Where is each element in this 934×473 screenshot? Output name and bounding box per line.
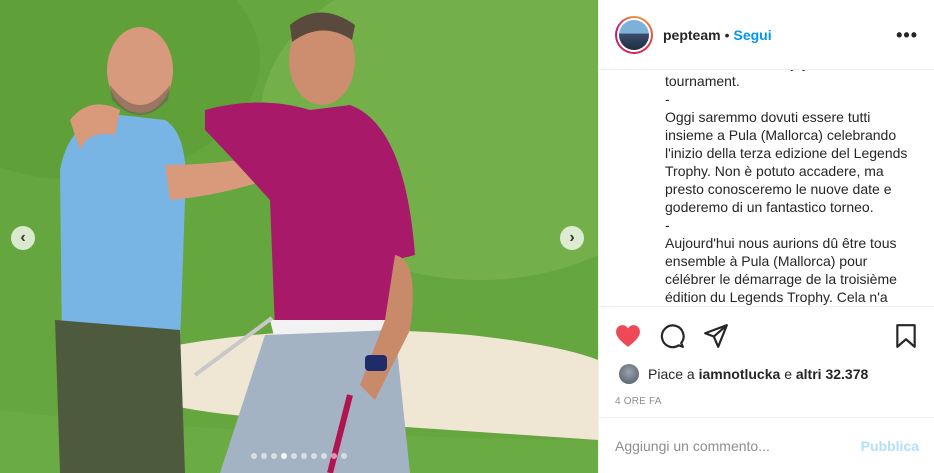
- username-link[interactable]: pepteam: [663, 27, 721, 43]
- publish-button[interactable]: Pubblica: [861, 438, 919, 454]
- caption-line: Trophy. Non è potuto accadere, ma: [665, 163, 884, 179]
- comment-bar: Pubblica: [599, 417, 934, 473]
- carousel-dot: [341, 453, 347, 459]
- carousel-next-button[interactable]: ›: [560, 226, 584, 250]
- likes-prefix: Piace a: [648, 366, 695, 382]
- carousel-dot: [301, 453, 307, 459]
- comment-bubble-icon: [660, 324, 685, 349]
- liker-username[interactable]: iamnotlucka: [699, 366, 781, 382]
- caption-scroll-area[interactable]: dates and we will enjoy a fantastictourn…: [599, 70, 934, 306]
- carousel-dot: [271, 453, 277, 459]
- post-timestamp[interactable]: 4 ORE FA: [615, 396, 662, 407]
- carousel-dot: [281, 453, 287, 459]
- caption-line: presto conosceremo le nuove date e: [665, 181, 892, 197]
- golf-photo: [0, 0, 598, 473]
- caption-line: tournament.: [665, 73, 740, 89]
- comment-button[interactable]: [659, 323, 685, 349]
- carousel-prev-button[interactable]: ‹: [11, 226, 35, 250]
- likes-summary[interactable]: Piace a iamnotlucka e altri 32.378: [619, 364, 868, 384]
- post-actions: Piace a iamnotlucka e altri 32.378 4 ORE…: [599, 306, 934, 407]
- likes-conj: e: [784, 366, 792, 382]
- caption-text: dates and we will enjoy a fantastictourn…: [665, 70, 927, 306]
- carousel-dot: [331, 453, 337, 459]
- likes-count[interactable]: altri 32.378: [796, 366, 868, 382]
- caption-line: Oggi saremmo dovuti essere tutti: [665, 109, 871, 125]
- carousel-dot: [311, 453, 317, 459]
- more-options-icon[interactable]: •••: [896, 25, 918, 46]
- caption-line: Aujourd'hui nous aurions dû être tous: [665, 235, 897, 251]
- follow-button[interactable]: Segui: [733, 27, 771, 43]
- caption-line: -: [665, 217, 670, 233]
- caption-line: -: [665, 91, 670, 107]
- carousel-dot: [261, 453, 267, 459]
- heart-filled-icon: [616, 325, 640, 347]
- avatar-image: [619, 19, 649, 50]
- share-button[interactable]: [703, 323, 729, 349]
- carousel-dot: [251, 453, 257, 459]
- caption-line: l'inizio della terza edizione del Legend…: [665, 145, 908, 161]
- post-header: pepteam • Segui •••: [599, 0, 934, 70]
- carousel-dot: [321, 453, 327, 459]
- save-button[interactable]: [893, 323, 919, 349]
- header-separator: •: [724, 26, 730, 43]
- caption-line: goderemo di un fantastico torneo.: [665, 199, 874, 215]
- avatar-frame: [617, 17, 651, 52]
- like-button[interactable]: [615, 323, 641, 349]
- caption-line: insieme a Pula (Mallorca) celebrando: [665, 127, 897, 143]
- paper-plane-icon: [704, 324, 728, 348]
- caption-line: célébrer le démarrage de la troisième: [665, 271, 897, 287]
- comment-input[interactable]: [615, 437, 861, 454]
- post-sidebar: pepteam • Segui ••• dates and we will en…: [598, 0, 934, 473]
- avatar[interactable]: [615, 15, 653, 54]
- carousel-dots: [0, 453, 598, 459]
- carousel-dot: [291, 453, 297, 459]
- liker-avatar[interactable]: [619, 364, 639, 384]
- caption-line: ensemble à Pula (Mallorca) pour: [665, 253, 868, 269]
- caption-line: édition du Legends Trophy. Cela n'a: [665, 289, 888, 305]
- post-media[interactable]: ‹ ›: [0, 0, 598, 473]
- bookmark-icon: [896, 324, 916, 348]
